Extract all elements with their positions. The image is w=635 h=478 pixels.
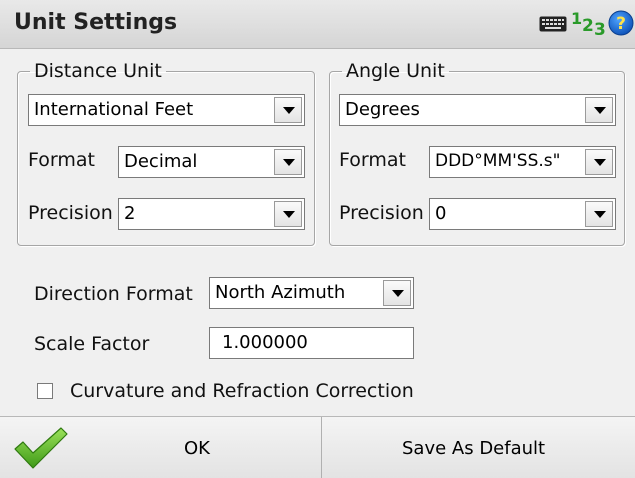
angle-unit-value: Degrees <box>345 99 420 120</box>
window-title: Unit Settings <box>14 10 178 35</box>
angle-precision-select[interactable]: 0 <box>429 198 616 230</box>
save-as-default-label: Save As Default <box>402 438 546 459</box>
distance-unit-legend: Distance Unit <box>34 60 162 82</box>
angle-unit-legend: Angle Unit <box>346 60 445 82</box>
chevron-down-icon[interactable] <box>274 149 302 175</box>
checkmark-icon <box>14 427 68 469</box>
curvature-label[interactable]: Curvature and Refraction Correction <box>70 380 414 402</box>
ok-button[interactable]: OK <box>0 417 322 478</box>
svg-text:?: ? <box>616 14 626 34</box>
numeric-input-icon[interactable]: 1 2 3 <box>571 9 609 40</box>
title-bar: Unit Settings 1 2 3 ? <box>0 0 635 49</box>
ok-button-label: OK <box>184 438 210 459</box>
chevron-down-icon[interactable] <box>383 280 411 306</box>
button-bar: OK Save As Default <box>0 416 635 478</box>
distance-format-select[interactable]: Decimal <box>118 146 305 178</box>
scale-factor-label: Scale Factor <box>34 333 150 355</box>
scale-factor-value: 1.000000 <box>222 332 308 353</box>
distance-unit-select[interactable]: International Feet <box>28 94 305 126</box>
chevron-down-icon[interactable] <box>585 97 613 123</box>
distance-format-label: Format <box>28 149 95 171</box>
direction-format-label: Direction Format <box>34 283 193 305</box>
angle-format-select[interactable]: DDD°MM'SS.s" <box>429 146 616 178</box>
angle-precision-value: 0 <box>435 203 447 224</box>
distance-unit-value: International Feet <box>34 99 194 120</box>
chevron-down-icon[interactable] <box>585 201 613 227</box>
chevron-down-icon[interactable] <box>274 97 302 123</box>
save-as-default-button[interactable]: Save As Default <box>323 417 635 478</box>
help-icon[interactable]: ? <box>608 10 634 36</box>
chevron-down-icon[interactable] <box>585 149 613 175</box>
scale-factor-input[interactable]: 1.000000 <box>209 327 414 359</box>
angle-format-label: Format <box>339 149 406 171</box>
angle-unit-select[interactable]: Degrees <box>339 94 616 126</box>
curvature-checkbox[interactable] <box>37 383 53 399</box>
distance-precision-label: Precision <box>28 202 113 224</box>
distance-format-value: Decimal <box>124 151 198 172</box>
keyboard-icon[interactable] <box>539 16 567 32</box>
angle-format-value: DDD°MM'SS.s" <box>435 151 561 171</box>
distance-precision-select[interactable]: 2 <box>118 198 305 230</box>
angle-precision-label: Precision <box>339 202 424 224</box>
direction-format-value: North Azimuth <box>215 282 346 303</box>
chevron-down-icon[interactable] <box>274 201 302 227</box>
direction-format-select[interactable]: North Azimuth <box>209 277 414 309</box>
distance-precision-value: 2 <box>124 203 136 224</box>
